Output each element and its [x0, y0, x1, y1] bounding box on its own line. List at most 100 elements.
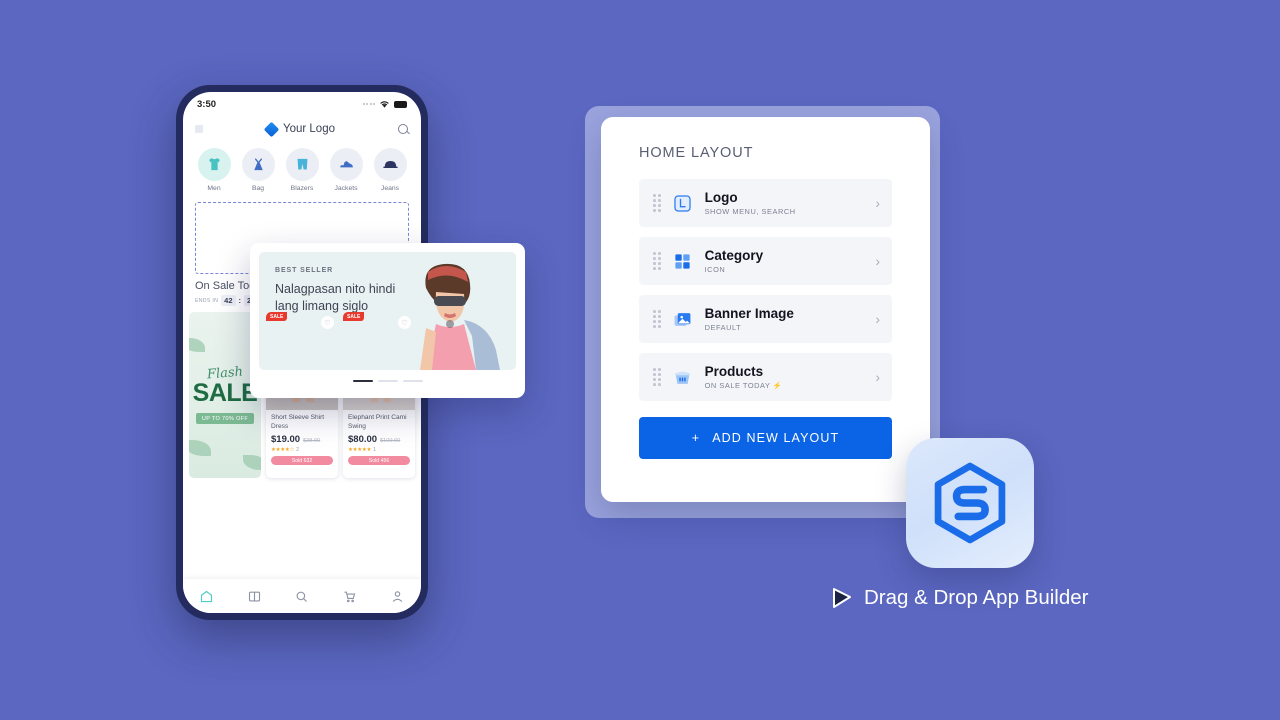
status-bar: 3:50	[183, 92, 421, 116]
layout-row-text: Products ON SALE TODAY ⚡	[705, 364, 864, 391]
layout-row-subtitle: ICON	[704, 265, 726, 275]
layout-row-title: Category	[704, 247, 764, 263]
add-new-layout-button[interactable]: + ADD NEW LAYOUT	[639, 417, 892, 459]
dress-icon	[241, 148, 275, 181]
battery-icon	[394, 100, 407, 108]
book-icon[interactable]	[247, 589, 262, 604]
drag-handle-icon[interactable]	[653, 194, 661, 212]
shorts-icon	[285, 148, 319, 181]
sale-tag: SALE	[266, 312, 288, 321]
layout-row-text: Banner Image DEFAULT	[705, 306, 864, 333]
app-title: Your Logo	[282, 123, 335, 135]
search-icon[interactable]	[294, 589, 309, 604]
countdown-hours: 42	[221, 295, 236, 306]
flash-script-text: Flash	[206, 364, 244, 383]
category-strip: Men Bag Blazers Jackets Jeans	[183, 142, 421, 196]
heart-icon[interactable]: ♡	[398, 316, 411, 329]
status-bar-indicators	[362, 100, 407, 109]
wifi-icon	[380, 100, 389, 108]
product-rating: ★★★★☆ 2	[271, 447, 333, 453]
cap-icon	[373, 148, 407, 181]
page-title: HOME LAYOUT	[639, 145, 754, 161]
product-old-price: $38.00	[303, 438, 321, 444]
layout-row-title: Banner Image	[704, 305, 794, 321]
bottom-navigation	[183, 579, 421, 613]
layout-row-text: Category ICON	[705, 248, 864, 275]
status-bar-time: 3:50	[197, 98, 217, 110]
category-item-jeans[interactable]: Jeans	[371, 148, 409, 192]
sold-badge: Sold 632	[271, 456, 333, 465]
drag-handle-icon[interactable]	[653, 368, 661, 386]
layout-list: Logo SHOW MENU, SEARCH › Category ICON ›…	[639, 179, 892, 401]
category-label: Blazers	[290, 185, 314, 192]
sale-tag: SALE	[343, 312, 365, 321]
countdown-separator: :	[238, 296, 242, 305]
logo-letter-l-icon	[673, 193, 693, 213]
product-price: $19.00	[271, 434, 301, 445]
flash-discount-pill: UP TO 70% OFF	[195, 413, 255, 424]
category-item-jackets[interactable]: Jackets	[327, 148, 365, 192]
layout-row-banner-image[interactable]: Banner Image DEFAULT ›	[639, 295, 892, 343]
category-item-bag[interactable]: Bag	[239, 148, 277, 192]
chevron-right-icon[interactable]: ›	[875, 253, 880, 269]
star-rating-icon: ★★★★☆	[271, 447, 295, 453]
star-rating-icon: ★★★★★	[348, 447, 372, 453]
signal-dots-icon	[362, 103, 375, 105]
layout-row-logo[interactable]: Logo SHOW MENU, SEARCH ›	[639, 179, 892, 227]
category-label: Jeans	[380, 185, 400, 192]
tagline: Drag & Drop App Builder	[830, 586, 1088, 610]
carousel-pagination	[259, 380, 516, 383]
app-header: Your Logo	[183, 116, 421, 142]
shoe-icon	[329, 148, 363, 181]
product-rating: ★★★★★ 1	[348, 447, 410, 453]
home-icon[interactable]	[199, 589, 214, 604]
product-info: Short Sleeve Shirt Dress $19.00 $38.00 ★…	[266, 410, 338, 470]
category-item-men[interactable]: Men	[195, 148, 233, 192]
chevron-right-icon[interactable]: ›	[875, 195, 880, 211]
layout-row-products[interactable]: Products ON SALE TODAY ⚡ ›	[639, 353, 892, 401]
app-logo-title: Your Logo	[263, 121, 335, 137]
product-name: Elephant Print Cami Swing	[348, 414, 407, 430]
pagination-dot[interactable]	[402, 380, 423, 383]
chevron-right-icon[interactable]: ›	[875, 311, 880, 327]
category-item-blazers[interactable]: Blazers	[283, 148, 321, 192]
app-icon	[906, 438, 1034, 568]
flash-headline: SALE	[192, 379, 258, 407]
tagline-text: Drag & Drop App Builder	[864, 586, 1089, 609]
basket-icon	[673, 367, 693, 387]
image-stack-icon	[673, 309, 693, 329]
heart-icon[interactable]: ♡	[321, 316, 334, 329]
drag-handle-icon[interactable]	[653, 310, 661, 328]
hexagon-s-monogram-icon	[934, 462, 1006, 544]
grid-menu-icon[interactable]	[195, 125, 203, 133]
layout-row-subtitle: ON SALE TODAY ⚡	[704, 381, 783, 391]
cursor-play-icon	[833, 588, 851, 608]
sold-badge: Sold 456	[348, 456, 410, 465]
product-price-row: $19.00 $38.00	[271, 434, 333, 445]
layout-row-text: Logo SHOW MENU, SEARCH	[705, 190, 864, 217]
profile-icon[interactable]	[390, 589, 405, 604]
best-seller-card[interactable]: BEST SELLER Nalagpasan nito hindi lang l…	[250, 243, 525, 398]
layout-row-category[interactable]: Category ICON ›	[639, 237, 892, 285]
chevron-right-icon[interactable]: ›	[875, 369, 880, 385]
search-icon[interactable]	[397, 123, 409, 135]
pagination-dot-active[interactable]	[352, 380, 373, 383]
product-info: Elephant Print Cami Swing $80.00 $100.00…	[343, 410, 415, 470]
category-label: Men	[207, 185, 221, 192]
woman-with-sunglasses-photo	[420, 263, 500, 370]
diamond-logo-icon	[263, 121, 280, 137]
plus-icon: +	[691, 431, 701, 445]
rating-count: 2	[296, 447, 300, 453]
drag-handle-icon[interactable]	[653, 252, 661, 270]
layout-row-title: Logo	[704, 189, 738, 205]
category-label: Bag	[251, 185, 265, 192]
product-old-price: $100.00	[380, 438, 401, 444]
layout-row-subtitle: DEFAULT	[704, 323, 742, 333]
cart-icon[interactable]	[342, 589, 357, 604]
layout-row-subtitle: SHOW MENU, SEARCH	[704, 207, 796, 217]
grid-squares-icon	[673, 251, 693, 271]
product-name: Short Sleeve Shirt Dress	[271, 414, 325, 430]
pagination-dot[interactable]	[377, 380, 398, 383]
category-label: Jackets	[334, 185, 358, 192]
rating-count: 1	[373, 447, 377, 453]
